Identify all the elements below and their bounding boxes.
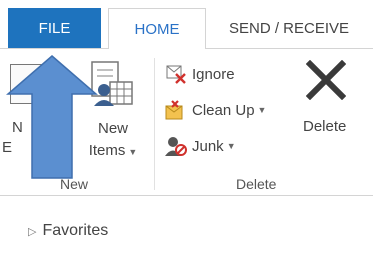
delete-button[interactable]: Delete [303, 118, 346, 135]
favorites-label: Favorites [42, 222, 109, 239]
chevron-down-icon: ▼ [128, 147, 138, 157]
group-divider [154, 58, 155, 190]
group-label-delete: Delete [236, 176, 277, 192]
ignore-icon [166, 65, 186, 84]
chevron-down-icon: ▼ [226, 141, 236, 151]
expand-triangle-icon[interactable]: ▷ [28, 225, 36, 238]
ribbon-tab-bar: FILE HOME SEND / RECEIVE [0, 0, 373, 49]
tab-send-receive[interactable]: SEND / RECEIVE [215, 8, 373, 48]
chevron-down-icon: ▼ [257, 105, 267, 115]
ignore-button[interactable]: Ignore [164, 62, 235, 86]
favorites-folder[interactable]: ▷ Favorites [28, 222, 108, 240]
tab-home[interactable]: HOME [108, 8, 206, 49]
clean-up-button[interactable]: Clean Up ▼ [164, 98, 266, 122]
clean-up-label: Clean Up [192, 101, 255, 119]
delete-icon[interactable] [306, 60, 346, 100]
arrow-up-annotation [6, 55, 98, 179]
tab-file[interactable]: FILE [8, 8, 101, 48]
ignore-label: Ignore [192, 65, 235, 83]
clean-up-icon [165, 100, 183, 120]
junk-icon [165, 137, 187, 156]
junk-button[interactable]: Junk ▼ [164, 134, 236, 158]
junk-label: Junk [192, 137, 224, 155]
